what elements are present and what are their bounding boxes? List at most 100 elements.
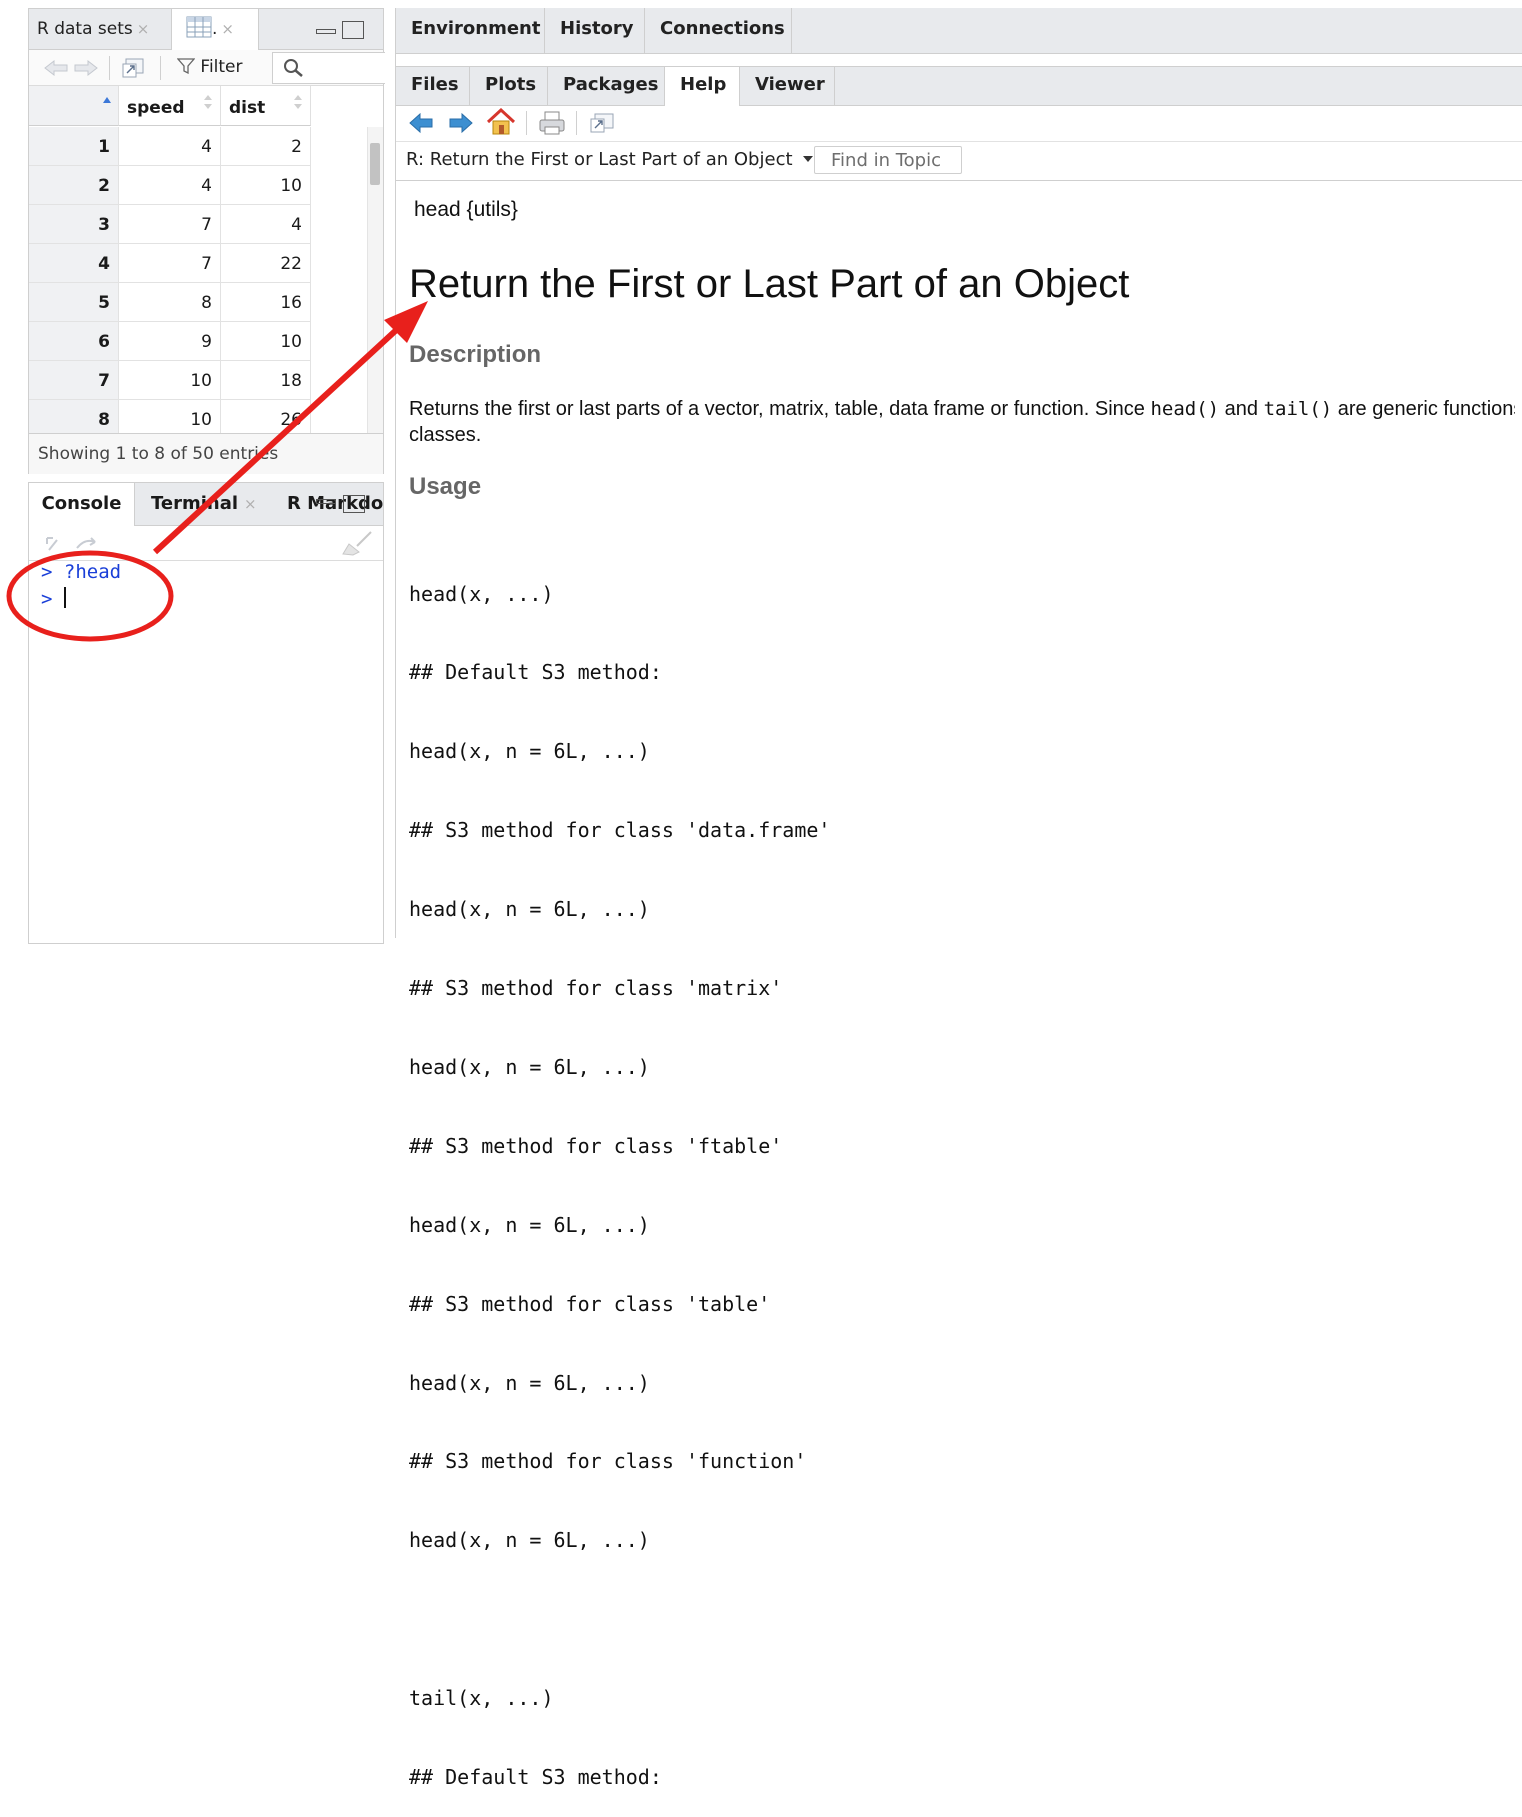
row-number: 4: [29, 244, 119, 283]
filter-icon: [176, 58, 196, 75]
help-toolbar: [396, 105, 1522, 142]
search-icon: [284, 59, 303, 77]
minimize-icon[interactable]: [316, 21, 336, 37]
table-row: 3 7 4: [29, 205, 311, 244]
description-part: classes.: [409, 424, 482, 446]
tab-r-data-sets[interactable]: R data sets ×: [29, 9, 169, 49]
row-number-header[interactable]: [29, 86, 119, 126]
maximize-icon[interactable]: [343, 495, 365, 513]
back-forward-arrows-icon[interactable]: [43, 58, 99, 78]
table-row: 7 10 18: [29, 361, 311, 400]
console-command-line: > ?head: [41, 561, 122, 583]
home-icon[interactable]: [486, 108, 516, 136]
tab-r-markdown[interactable]: R Markdown: [287, 483, 383, 525]
grid-scrollbar[interactable]: [367, 127, 383, 433]
data-grid: 1 4 2 2 4 10 3 7 4 4 7 22 5 8 16 6 9 10: [29, 127, 369, 433]
files-tabbar: Files Plots Packages Help Viewer: [396, 66, 1522, 106]
row-number: 8: [29, 400, 119, 433]
tab-cars-table[interactable]: . ×: [171, 9, 259, 50]
tab-terminal[interactable]: Terminal ×: [151, 483, 257, 525]
cell-speed: 7: [119, 244, 221, 283]
sort-icon: [204, 95, 212, 109]
cell-dist: 10: [221, 166, 311, 205]
cell-dist: 16: [221, 283, 311, 322]
tab-history[interactable]: History: [545, 8, 645, 53]
cell-dist: 2: [221, 127, 311, 166]
cell-speed: 10: [119, 400, 221, 433]
tab-files[interactable]: Files: [396, 67, 470, 105]
cell-dist: 26: [221, 400, 311, 433]
close-icon[interactable]: ×: [221, 20, 234, 38]
column-header-speed[interactable]: speed: [119, 86, 221, 126]
tab-label: Terminal: [151, 493, 239, 514]
column-header-dist[interactable]: dist: [221, 86, 311, 126]
code-line: head(x, n = 6L, ...): [409, 897, 650, 922]
maximize-icon[interactable]: [342, 21, 364, 39]
code-line: head(x, n = 6L, ...): [409, 739, 650, 764]
tab-viewer[interactable]: Viewer: [740, 67, 835, 105]
code-line: ## S3 method for class 'data.frame': [409, 818, 831, 843]
table-row: 6 9 10: [29, 322, 311, 361]
tab-connections[interactable]: Connections: [645, 8, 792, 53]
table-row: 8 10 26: [29, 400, 311, 433]
data-viewer-toolbar: Filter: [29, 50, 385, 86]
close-icon[interactable]: ×: [244, 495, 257, 513]
sort-ascending-icon: [103, 97, 111, 103]
sort-icon: [294, 95, 302, 109]
cell-speed: 9: [119, 322, 221, 361]
code-line: ## S3 method for class 'function': [409, 1449, 807, 1474]
tab-console[interactable]: Console: [29, 483, 135, 526]
code-line: ## Default S3 method:: [409, 1764, 662, 1789]
find-in-topic-input[interactable]: Find in Topic: [814, 146, 962, 174]
cell-speed: 8: [119, 283, 221, 322]
tab-label: R data sets: [37, 19, 133, 39]
cell-dist: 4: [221, 205, 311, 244]
data-viewer-pane: R data sets × . × Filter speed dist 1 4 …: [28, 8, 385, 474]
forward-arrow-icon[interactable]: [448, 112, 474, 134]
cell-speed: 4: [119, 127, 221, 166]
entries-footer: Showing 1 to 8 of 50 entries: [29, 433, 383, 474]
tab-packages[interactable]: Packages: [548, 67, 665, 105]
chevron-down-icon: [803, 156, 814, 162]
row-number: 1: [29, 127, 119, 166]
popout-icon[interactable]: [121, 57, 145, 79]
text-cursor: [63, 587, 66, 608]
topic-dropdown[interactable]: R: Return the First or Last Part of an O…: [406, 142, 814, 180]
code-line: ## Default S3 method:: [409, 660, 662, 685]
data-viewer-tabbar: R data sets × . ×: [29, 9, 383, 50]
cell-speed: 4: [119, 166, 221, 205]
tab-help[interactable]: Help: [665, 67, 740, 106]
popout-icon[interactable]: [589, 112, 615, 134]
console-prompt-line[interactable]: >: [41, 587, 66, 610]
topic-select-label: R: Return the First or Last Part of an O…: [406, 149, 793, 170]
help-package-label: head {utils}: [414, 198, 518, 221]
cell-dist: 18: [221, 361, 311, 400]
tab-environment[interactable]: Environment: [396, 8, 545, 53]
close-icon[interactable]: ×: [137, 20, 150, 38]
clear-console-icon[interactable]: [341, 530, 375, 556]
search-input[interactable]: [272, 52, 385, 84]
usage-heading: Usage: [409, 473, 482, 500]
row-number: 3: [29, 205, 119, 244]
table-row: 5 8 16: [29, 283, 311, 322]
scrollbar-thumb[interactable]: [370, 143, 380, 185]
filter-button[interactable]: Filter: [176, 50, 243, 84]
minimize-icon[interactable]: [316, 499, 336, 504]
table-row: 4 7 22: [29, 244, 311, 283]
directory-arrow-icon[interactable]: [43, 534, 101, 554]
tab-plots[interactable]: Plots: [470, 67, 548, 105]
row-number: 7: [29, 361, 119, 400]
column-label: dist: [229, 98, 266, 118]
table-row: 2 4 10: [29, 166, 311, 205]
help-topic-bar: R: Return the First or Last Part of an O…: [396, 142, 1522, 181]
table-icon: [186, 16, 212, 38]
description-heading: Description: [409, 341, 542, 368]
cell-speed: 10: [119, 361, 221, 400]
description-part: Returns the first or last parts of a vec…: [409, 398, 1151, 420]
code-line: head(x, n = 6L, ...): [409, 1370, 650, 1395]
print-icon[interactable]: [538, 110, 566, 136]
back-arrow-icon[interactable]: [408, 112, 434, 134]
cell-speed: 7: [119, 205, 221, 244]
code-line: tail(x, ...): [409, 1686, 554, 1711]
